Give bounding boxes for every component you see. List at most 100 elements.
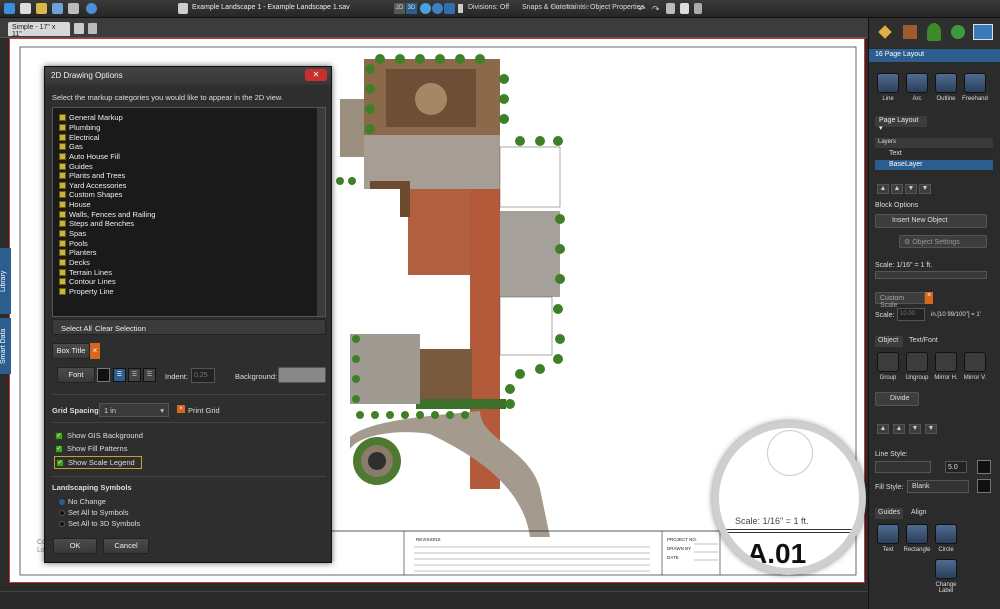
fill-style-select[interactable]: Blank xyxy=(907,480,969,493)
smart-data-tab[interactable]: Smart Data xyxy=(0,318,11,374)
checkbox-icon[interactable] xyxy=(59,287,66,295)
library-tab[interactable]: Library xyxy=(0,248,11,314)
category-item[interactable]: Spas xyxy=(53,229,325,239)
tab-text-font[interactable]: Text/Font xyxy=(909,337,938,344)
tab-page-layout[interactable]: Page Layout ▾ xyxy=(875,116,927,132)
rectangle-icon[interactable] xyxy=(906,524,928,544)
no-change-radio[interactable]: No Change xyxy=(59,497,106,506)
text-icon[interactable] xyxy=(877,524,899,544)
box-title-remove-icon[interactable]: × xyxy=(90,343,100,359)
view-2d-button[interactable]: 2D xyxy=(394,3,405,14)
custom-scale-button[interactable]: Custom Scale xyxy=(875,292,925,309)
materials-icon[interactable] xyxy=(903,25,917,39)
font-color-swatch[interactable] xyxy=(97,368,110,382)
orbit-icon[interactable] xyxy=(420,3,431,14)
print-icon[interactable] xyxy=(68,3,79,14)
check-circle-icon[interactable] xyxy=(951,25,965,39)
category-item[interactable]: Contour Lines xyxy=(53,277,325,287)
category-item[interactable]: Custom Shapes xyxy=(53,190,325,200)
cut-icon[interactable] xyxy=(666,3,675,14)
checkbox-icon[interactable] xyxy=(59,114,66,122)
checkbox-icon[interactable] xyxy=(59,133,66,141)
tab-simple[interactable]: Simple - 17" x 11" xyxy=(8,22,70,38)
object-properties-button[interactable]: Object Properties xyxy=(590,4,644,11)
category-item[interactable]: Terrain Lines xyxy=(53,267,325,277)
tab-guides[interactable]: Guides xyxy=(875,508,903,519)
plant-icon[interactable] xyxy=(927,23,941,41)
copy-icon[interactable] xyxy=(680,3,689,14)
custom-scale-remove-icon[interactable]: × xyxy=(925,292,933,304)
move-up2-icon[interactable]: ▲ xyxy=(893,424,905,434)
show-scale-checkbox[interactable]: ✓ Show Scale Legend xyxy=(54,456,142,469)
show-fill-checkbox[interactable]: ✓ Show Fill Patterns xyxy=(55,444,127,453)
category-item[interactable]: Pools xyxy=(53,238,325,248)
checkbox-icon[interactable] xyxy=(59,123,66,131)
background-color-swatch[interactable] xyxy=(278,367,326,383)
layer-baselayer[interactable]: BaseLayer xyxy=(875,160,993,170)
category-item[interactable]: Guides xyxy=(53,161,325,171)
redo-icon[interactable]: ↷ xyxy=(652,4,660,15)
divide-button[interactable]: Divide xyxy=(875,392,919,406)
cancel-button[interactable]: Cancel xyxy=(103,538,149,554)
line-width-input[interactable]: 5.0 xyxy=(945,461,967,473)
save-icon[interactable] xyxy=(52,3,63,14)
category-item[interactable]: Plumbing xyxy=(53,123,325,133)
tab-align[interactable]: Align xyxy=(911,509,927,516)
zoom-icon[interactable] xyxy=(432,3,443,14)
line-color-swatch[interactable] xyxy=(977,460,991,474)
indent-input[interactable]: 0.25 xyxy=(191,368,215,383)
checkbox-icon[interactable] xyxy=(59,162,66,170)
insert-new-object-button[interactable]: Insert New Object xyxy=(875,214,987,228)
move-down-icon[interactable]: ▼ xyxy=(909,424,921,434)
delete-icon[interactable] xyxy=(694,3,702,14)
checkbox-icon[interactable] xyxy=(59,268,66,276)
select-all-button[interactable]: Select All xyxy=(61,324,92,333)
move-down2-icon[interactable]: ▼ xyxy=(919,184,931,194)
hide-unhide-button[interactable]: Hide/Unhide xyxy=(551,4,590,11)
undo-icon[interactable]: ↶ xyxy=(638,4,646,15)
font-button[interactable]: Font xyxy=(57,367,95,383)
scale-input[interactable]: 10.00 xyxy=(897,308,925,321)
set-symbols-radio[interactable]: Set All to Symbols xyxy=(59,508,128,517)
object-settings-button[interactable]: ⚙ Object Settings xyxy=(899,235,987,248)
tab-object[interactable]: Object xyxy=(875,336,903,347)
group-icon[interactable] xyxy=(877,352,899,372)
move-up-icon[interactable]: ▲ xyxy=(877,424,889,434)
close-icon[interactable]: ✕ xyxy=(305,69,327,81)
line-style-select[interactable] xyxy=(875,461,931,473)
line-icon[interactable] xyxy=(877,73,899,93)
checkbox-icon[interactable] xyxy=(59,172,66,180)
set-3d-radio[interactable]: Set All to 3D Symbols xyxy=(59,519,140,528)
ungroup-icon[interactable] xyxy=(906,352,928,372)
zoom-extents-icon[interactable] xyxy=(444,3,455,14)
hand-icon[interactable] xyxy=(458,4,463,13)
change-label-icon[interactable] xyxy=(935,559,957,579)
page-layout-icon[interactable] xyxy=(973,24,993,40)
scale-slider[interactable] xyxy=(875,271,987,279)
move-up-icon[interactable]: ▲ xyxy=(877,184,889,194)
arc-icon[interactable] xyxy=(906,73,928,93)
new-file-icon[interactable] xyxy=(20,3,31,14)
mirror-v-icon[interactable] xyxy=(964,352,986,372)
ok-button[interactable]: OK xyxy=(53,538,97,554)
checkbox-icon[interactable] xyxy=(59,258,66,266)
fill-color-swatch[interactable] xyxy=(977,479,991,493)
move-up2-icon[interactable]: ▲ xyxy=(891,184,903,194)
category-item[interactable]: Planters xyxy=(53,248,325,258)
grid-spacing-select[interactable]: 1 in ▾ xyxy=(99,403,169,417)
category-item[interactable]: Auto House Fill xyxy=(53,152,325,162)
checkbox-icon[interactable] xyxy=(59,201,66,209)
list-scrollbar[interactable] xyxy=(317,108,325,316)
checkbox-icon[interactable] xyxy=(59,143,66,151)
checkbox-icon[interactable] xyxy=(59,191,66,199)
help-icon[interactable] xyxy=(86,3,97,14)
category-item[interactable]: House xyxy=(53,200,325,210)
box-title-button[interactable]: Box Title xyxy=(52,343,90,359)
category-item[interactable]: Gas xyxy=(53,142,325,152)
category-list[interactable]: General Markup Plumbing Electrical Gas Auto … xyxy=(52,107,326,317)
checkbox-icon[interactable] xyxy=(59,181,66,189)
freehand-icon[interactable] xyxy=(964,73,986,93)
category-item[interactable]: Electrical xyxy=(53,132,325,142)
category-item[interactable]: Decks xyxy=(53,258,325,268)
align-center-icon[interactable]: ☰ xyxy=(128,368,141,382)
